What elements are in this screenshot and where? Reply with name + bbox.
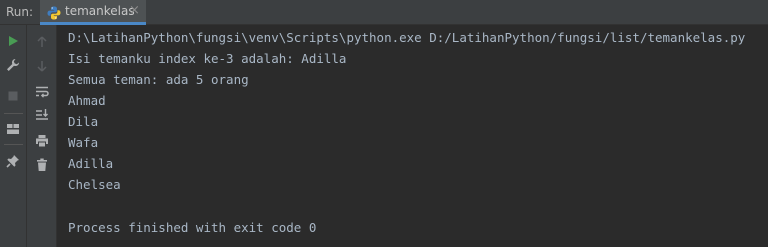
- console-line-command: D:\LatihanPython\fungsi\venv\Scripts\pyt…: [68, 30, 746, 45]
- run-tool-window: Run: temankelas × D:\LatihanPython\fungs…: [0, 0, 768, 247]
- python-icon: [47, 5, 61, 20]
- console-line: Isi temanku index ke-3 adalah: Adilla: [68, 51, 347, 66]
- console-line: Wafa: [68, 135, 99, 150]
- console-line: Ahmad: [68, 93, 106, 108]
- console-line: Dila: [68, 114, 99, 129]
- toolbar-separator: [4, 113, 23, 114]
- console-line: Adilla: [68, 156, 114, 171]
- console-line-exit-status: Process finished with exit code 0: [68, 220, 317, 235]
- console-output[interactable]: D:\LatihanPython\fungsi\venv\Scripts\pyt…: [57, 25, 768, 247]
- layout-icon[interactable]: [3, 119, 23, 139]
- close-icon[interactable]: ×: [129, 3, 140, 18]
- run-header: Run: temankelas ×: [0, 0, 768, 25]
- pin-icon[interactable]: [3, 151, 23, 171]
- tab-label: temankelas: [65, 4, 135, 18]
- toolbar-separator: [4, 144, 23, 145]
- run-toolbar-primary: [0, 25, 27, 247]
- arrow-up-icon[interactable]: [32, 32, 52, 52]
- tab-temankelas[interactable]: temankelas ×: [40, 0, 146, 25]
- print-icon[interactable]: [32, 131, 52, 151]
- console-line: Chelsea: [68, 177, 121, 192]
- wrench-icon[interactable]: [3, 55, 23, 75]
- stop-icon[interactable]: [3, 86, 23, 106]
- console-line: Semua teman: ada 5 orang: [68, 72, 249, 87]
- run-label: Run:: [6, 5, 34, 19]
- scroll-to-end-icon[interactable]: [32, 105, 52, 125]
- run-toolbar-secondary: [27, 25, 57, 247]
- run-icon[interactable]: [3, 31, 23, 51]
- trash-icon[interactable]: [32, 155, 52, 175]
- arrow-down-icon[interactable]: [32, 56, 52, 76]
- soft-wrap-icon[interactable]: [32, 82, 52, 102]
